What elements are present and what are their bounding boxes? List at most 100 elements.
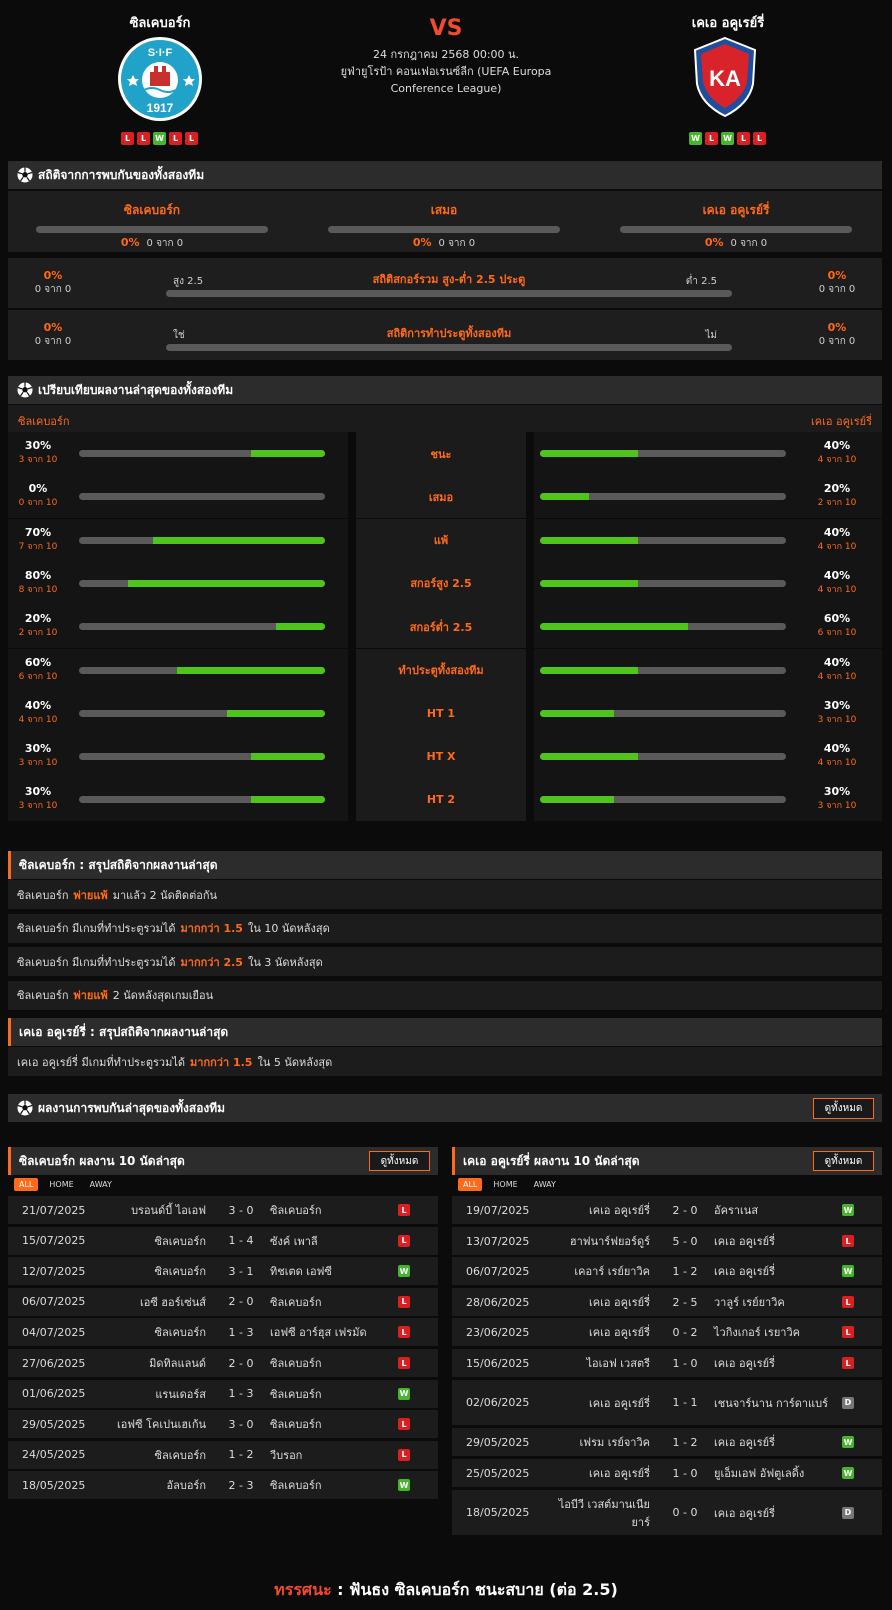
compare-away-bar-fill — [540, 493, 590, 501]
match-home-team: ซิลเคบอร์ก — [154, 1265, 206, 1279]
match-result: W — [398, 1380, 418, 1408]
away-tab-away[interactable]: AWAY — [529, 1178, 561, 1191]
away-panel-title: เคเอ อคูเรย์รี่ ผลงาน 10 นัดล่าสุด — [463, 1153, 640, 1168]
match-date: 29/05/2025 — [466, 1435, 530, 1449]
compare-home-of: 2 จาก 10 — [18, 628, 58, 639]
compare-away-pct: 40% — [823, 568, 851, 582]
match-row: 12/07/2025 ซิลเคบอร์ก 3 - 1 ทิชเตด เอฟซี W — [8, 1257, 438, 1286]
compare-section-header: เปรียบเทียบผลงานล่าสุดของทั้งสองทีม — [8, 376, 882, 404]
away-tab-home[interactable]: HOME — [488, 1178, 522, 1191]
compare-home-bar — [79, 493, 325, 501]
compare-home-bar-fill — [177, 666, 325, 674]
summary-detail: 2 นัดหลังสุดเกมเยือน — [112, 989, 214, 1002]
compare-home-bar-fill — [251, 753, 325, 761]
match-score: 1 - 3 — [228, 1325, 254, 1339]
compare-away-stat: 40% 4 จาก 10 — [800, 439, 874, 466]
compare-home-pct: 30% — [24, 742, 52, 756]
match-away-team: ซิลเคบอร์ก — [270, 1295, 322, 1309]
compare-away-side: 60% 6 จาก 10 — [534, 605, 882, 649]
compare-away-side: 40% 4 จาก 10 — [534, 561, 882, 605]
ou-left-of: 0 จาก 0 — [34, 284, 72, 295]
summary-highlight: มากกว่า 1.5 — [180, 922, 243, 935]
compare-row-label: HT X — [356, 735, 526, 779]
compare-away-of: 6 จาก 10 — [817, 628, 857, 639]
match-result-badge: W — [842, 1467, 854, 1479]
compare-row: 70% 7 จาก 10 แพ้ 40% 4 จาก 10 — [8, 518, 882, 563]
match-result: W — [842, 1196, 862, 1224]
match-home-team: ไอบีวี เวสต์มานเนียยาร์ — [558, 1497, 650, 1529]
home-tab-away[interactable]: AWAY — [85, 1178, 117, 1191]
form-badge: L — [121, 132, 134, 145]
compare-home-side: 80% 8 จาก 10 — [8, 561, 348, 605]
h2h-home-pct: 0% — [120, 236, 140, 249]
match-result-badge: W — [842, 1436, 854, 1448]
home-tab-home[interactable]: HOME — [44, 1178, 78, 1191]
away-tab-all[interactable]: ALL — [458, 1178, 483, 1191]
btts-right-of: 0 จาก 0 — [818, 336, 856, 347]
compare-away-bar — [540, 493, 786, 501]
match-row: 02/06/2025 เคเอ อคูเรย์รี่ 1 - 1 เชนจาร์นาน… — [452, 1380, 882, 1425]
home-panel-tabs: ALL HOME AWAY — [14, 1178, 117, 1191]
summary-highlight: มากกว่า 1.5 — [190, 1055, 253, 1069]
match-row: 24/05/2025 ซิลเคบอร์ก 1 - 2 วีบรอก L — [8, 1440, 438, 1469]
ou-right-label: ต่ำ 2.5 — [685, 276, 717, 287]
h2h-btts-box: 0% 0 จาก 0 ใช่ สถิติการทำประตูทั้งสองทีม … — [8, 310, 882, 360]
compare-home-pct: 70% — [24, 525, 52, 539]
form-badge: W — [153, 132, 166, 145]
compare-home-side: 20% 2 จาก 10 — [8, 605, 348, 649]
match-away-team: วาลูร์ เรย์ยาวิค — [714, 1296, 785, 1309]
match-result: W — [398, 1471, 418, 1499]
compare-home-bar — [79, 450, 325, 457]
match-result: L — [842, 1288, 862, 1316]
away-panel-view-all-button[interactable]: ดูทั้งหมด — [813, 1151, 874, 1171]
summary-highlight: มากกว่า 2.5 — [180, 955, 243, 969]
compare-away-bar — [540, 796, 786, 804]
match-row: 18/05/2025 ไอบีวี เวสต์มานเนียยาร์ 0 - 0 เค… — [452, 1490, 882, 1535]
form-badge: L — [185, 132, 198, 145]
match-date: 02/06/2025 — [466, 1396, 530, 1409]
compare-away-pct: 30% — [823, 785, 851, 799]
compare-away-bar-fill — [540, 450, 639, 457]
form-badge: L — [737, 132, 750, 145]
ou-bar — [166, 290, 732, 297]
compare-home-bar-fill — [275, 623, 325, 631]
compare-away-of: 4 จาก 10 — [817, 584, 857, 595]
h2h-home-label: ซิลเคบอร์ก — [123, 203, 181, 217]
match-result: L — [398, 1318, 418, 1346]
recent-view-all-button[interactable]: ดูทั้งหมด — [813, 1098, 874, 1119]
home-logo-year-text: 1917 — [147, 101, 174, 115]
match-row: 15/07/2025 ซิลเคบอร์ก 1 - 4 ซังค์ เพาลี L — [8, 1226, 438, 1255]
btts-right-label: ไม่ — [705, 330, 717, 341]
match-row: 29/05/2025 เอฟซี โคเปนเฮเก้น 3 - 0 ซิลเคบอร… — [8, 1410, 438, 1439]
match-result-badge: W — [398, 1265, 410, 1278]
match-home-team: เคเอ อคูเรย์รี่ — [589, 1326, 650, 1339]
match-home-team: เคเอ อคูเรย์รี่ — [589, 1467, 650, 1480]
compare-away-side: 20% 2 จาก 10 — [534, 475, 882, 519]
match-score: 5 - 0 — [672, 1234, 698, 1248]
compare-away-stat: 40% 4 จาก 10 — [800, 742, 874, 769]
verdict-separator: : — [337, 1580, 344, 1599]
match-score: 3 - 0 — [228, 1203, 254, 1217]
compare-home-bar-fill — [152, 536, 325, 544]
compare-home-bar-fill — [226, 709, 325, 717]
compare-home-name: ซิลเคบอร์ก — [18, 415, 70, 428]
home-panel-view-all-button[interactable]: ดูทั้งหมด — [369, 1151, 430, 1171]
compare-row: 60% 6 จาก 10 ทำประตูทั้งสองทีม 40% 4 จาก 10 — [8, 648, 882, 693]
compare-home-stat: 30% 3 จาก 10 — [16, 439, 60, 466]
compare-home-bar — [79, 579, 325, 587]
form-badge: W — [689, 132, 702, 145]
match-score: 2 - 5 — [672, 1295, 698, 1309]
compare-row-label: สกอร์สูง 2.5 — [356, 561, 526, 605]
vs-label: VS — [429, 16, 463, 41]
compare-home-bar — [79, 536, 325, 544]
compare-home-of: 4 จาก 10 — [18, 714, 58, 725]
match-score: 1 - 3 — [228, 1387, 254, 1401]
compare-home-stat: 30% 3 จาก 10 — [16, 785, 60, 812]
home-team-logo: S·I·F 1917 — [118, 37, 202, 121]
match-row: 19/07/2025 เคเอ อคูเรย์รี่ 2 - 0 อัคราเนส W — [452, 1196, 882, 1224]
home-tab-all[interactable]: ALL — [14, 1178, 39, 1191]
compare-home-of: 3 จาก 10 — [18, 758, 58, 769]
h2h-away-label: เคเอ อคูเรย์รี่ — [702, 203, 770, 217]
compare-away-stat: 30% 3 จาก 10 — [800, 785, 874, 812]
match-result-badge: L — [842, 1326, 854, 1338]
